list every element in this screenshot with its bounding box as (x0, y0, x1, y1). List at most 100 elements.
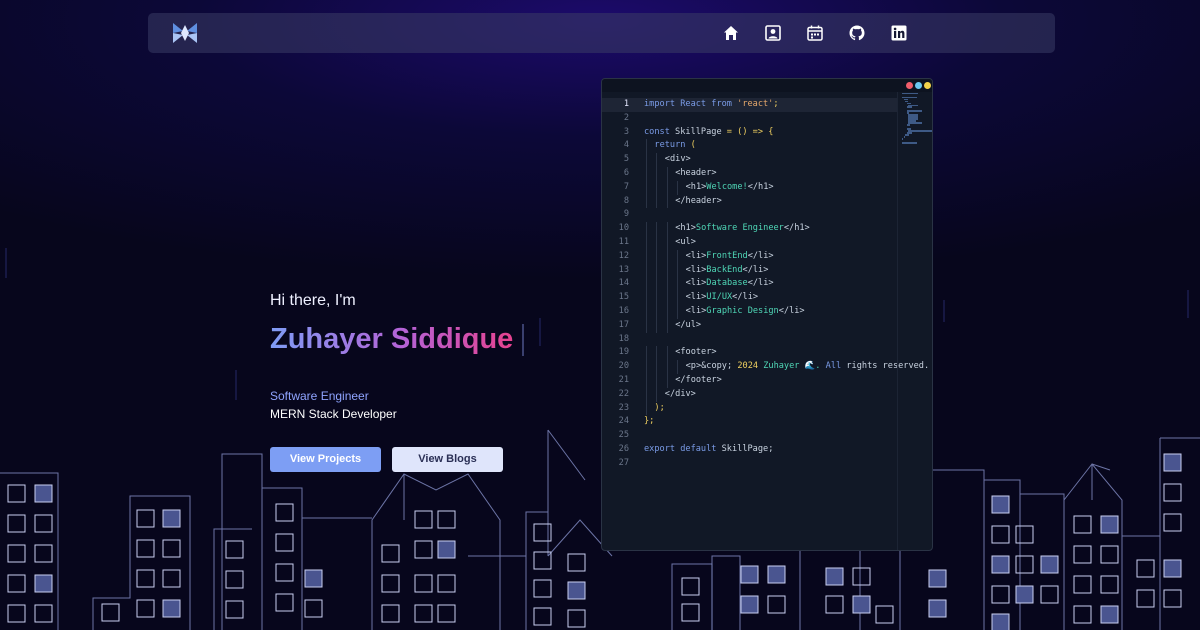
indent-guide (656, 373, 658, 388)
code-line: 18 (602, 333, 897, 347)
typing-cursor (522, 324, 524, 356)
github-icon[interactable] (848, 24, 866, 42)
minimap-line (902, 92, 918, 94)
code-text: </div> (664, 388, 696, 399)
code-line: 15 <li>UI/UX</li> (602, 291, 897, 305)
indent-guide (666, 318, 668, 333)
code-text: <footer> (675, 347, 717, 358)
code-text: </ul> (675, 319, 702, 330)
indent-guide (646, 194, 647, 209)
code-line: 7 <h1>Welcome!</h1> (602, 180, 897, 195)
indent-guide (666, 235, 668, 250)
code-line: 20 <p>&copy; 2024 Zuhayer 🌊. All rights r… (602, 360, 929, 374)
indent-guide (646, 277, 647, 292)
minimap-line (906, 106, 912, 108)
indent-guide (677, 291, 679, 305)
line-number: 4 (623, 140, 629, 151)
code-text: <li>Database</li> (685, 278, 774, 289)
indent-guide (656, 304, 658, 319)
indent-guide (677, 304, 679, 319)
code-area[interactable]: 1 import React from 'react'; 2 3 const Skill… (602, 98, 929, 538)
indent-guide (656, 360, 658, 374)
code-line: 8 </header> (602, 194, 897, 209)
indent-guide (656, 346, 658, 361)
indent-guide (656, 249, 658, 264)
line-number: 18 (618, 333, 629, 344)
line-number: 24 (618, 416, 629, 427)
minimap-line (902, 138, 904, 140)
indent-guide (666, 180, 668, 195)
indent-guide (656, 194, 658, 209)
minimap-line (903, 136, 905, 138)
indent-guide (666, 166, 668, 181)
view-blogs-button[interactable]: View Blogs (392, 447, 503, 472)
line-number: 1 (623, 99, 629, 109)
line-number: 7 (623, 181, 629, 192)
indent-guide (646, 291, 647, 305)
code-text: return ( (654, 140, 696, 151)
profile-icon[interactable] (764, 24, 782, 42)
nav-icon-group (722, 24, 908, 42)
code-line: 9 (602, 208, 897, 222)
code-line: 13 <li>BackEnd</li> (602, 263, 897, 278)
hero-role-secondary: MERN Stack Developer (270, 407, 397, 421)
code-line: 27 (602, 457, 897, 471)
code-line: 4 return ( (602, 139, 897, 154)
minimap-line (905, 134, 909, 136)
view-projects-button[interactable]: View Projects (270, 447, 381, 472)
indent-guide (656, 318, 658, 333)
code-line: 19 <footer> (602, 346, 897, 361)
indent-guide (646, 387, 647, 402)
minimize-dot-icon[interactable] (915, 82, 922, 89)
indent-guide (646, 235, 647, 250)
home-icon[interactable] (722, 24, 740, 42)
indent-guide (666, 373, 668, 388)
hero-greeting: Hi there, I'm (270, 292, 356, 309)
code-text: <li>Graphic Design</li> (685, 305, 805, 316)
site-logo-icon[interactable] (172, 21, 198, 45)
maximize-dot-icon[interactable] (924, 82, 931, 89)
indent-guide (656, 235, 658, 250)
minimap-line (908, 122, 922, 124)
code-text: }; (644, 416, 655, 427)
indent-guide (656, 222, 658, 236)
indent-guide (646, 346, 647, 361)
line-number: 20 (618, 361, 629, 372)
code-text: const SkillPage = () => { (644, 126, 774, 137)
code-editor-window: 1 import React from 'react'; 2 3 const Skill… (601, 78, 933, 551)
editor-minimap[interactable] (897, 92, 932, 550)
close-dot-icon[interactable] (906, 82, 913, 89)
minimap-line (902, 142, 917, 144)
line-number: 2 (623, 112, 629, 123)
indent-guide (666, 346, 668, 361)
code-text: <div> (664, 154, 691, 165)
hero-role-primary: Software Engineer (270, 389, 369, 403)
code-line: 23); (602, 401, 897, 416)
code-line: 16 <li>Graphic Design</li> (602, 304, 897, 319)
top-navbar (148, 13, 1055, 53)
code-text: <li>BackEnd</li> (685, 264, 769, 275)
code-text: </header> (675, 195, 722, 206)
line-number: 9 (623, 209, 629, 220)
line-number: 25 (618, 430, 629, 441)
code-line: 10 <h1>Software Engineer</h1> (602, 222, 897, 236)
indent-guide (646, 360, 647, 374)
linkedin-icon[interactable] (890, 24, 908, 42)
indent-guide (666, 304, 668, 319)
indent-guide (646, 304, 647, 319)
line-number: 17 (618, 319, 629, 330)
code-line: 12 <li>FrontEnd</li> (602, 249, 897, 264)
code-text: export default SkillPage; (644, 443, 774, 454)
line-number: 13 (618, 264, 629, 275)
line-number: 16 (618, 305, 629, 316)
indent-guide (646, 401, 647, 416)
code-text: <ul> (675, 236, 696, 247)
line-number: 26 (618, 443, 629, 454)
code-text: </footer> (675, 374, 722, 385)
indent-guide (656, 263, 658, 278)
indent-guide (677, 249, 679, 264)
indent-guide (677, 263, 679, 278)
indent-guide (656, 387, 658, 402)
calendar-icon[interactable] (806, 24, 824, 42)
indent-guide (677, 180, 679, 195)
